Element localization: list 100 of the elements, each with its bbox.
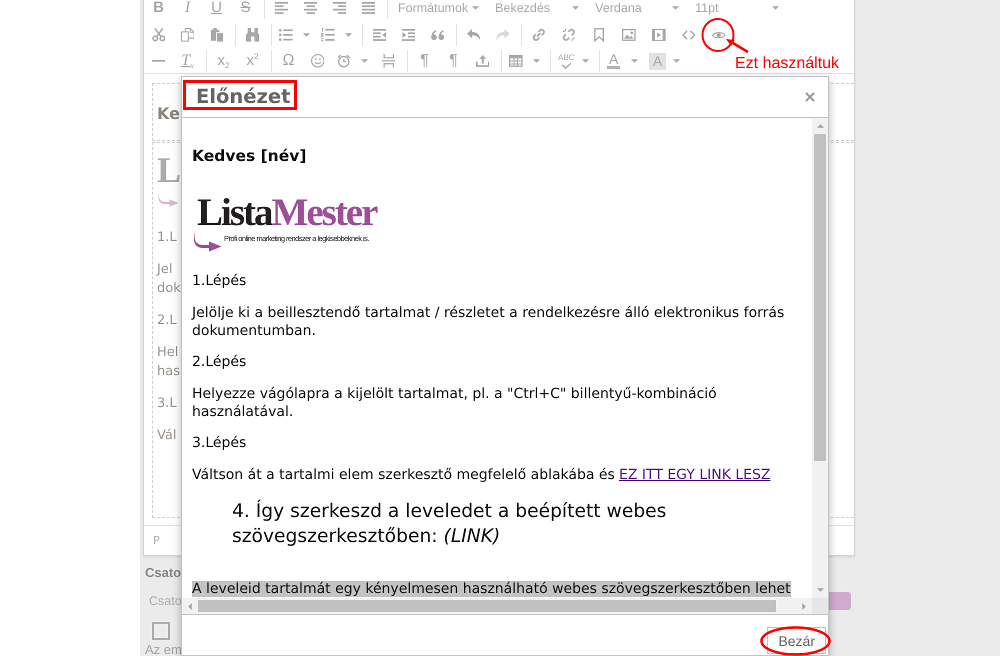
- section-title: Csato: [145, 565, 182, 581]
- symbol-button[interactable]: ¶: [410, 49, 439, 73]
- text-fragment: 1.L: [157, 229, 177, 247]
- chain-link-icon[interactable]: [532, 28, 546, 42]
- upload-icon[interactable]: [476, 55, 490, 67]
- caret-icon[interactable]: [533, 59, 540, 63]
- caret-icon[interactable]: [673, 59, 680, 63]
- scrollbar-thumb[interactable]: [814, 134, 826, 461]
- alarm-clock-icon[interactable]: [337, 54, 351, 68]
- paragraph: 2.Lépés: [192, 353, 246, 371]
- caret-icon[interactable]: [772, 6, 780, 10]
- code-icon[interactable]: [682, 30, 696, 40]
- note-text: Az em: [145, 643, 182, 656]
- text-fragment: Ke: [157, 103, 180, 125]
- left-arrow-icon[interactable]: [188, 602, 192, 610]
- caret-icon[interactable]: [345, 33, 352, 37]
- strikethrough-button[interactable]: S: [231, 0, 260, 20]
- vertical-scrollbar[interactable]: [812, 118, 828, 598]
- subscript-button[interactable]: x$_{2}$: [209, 49, 238, 73]
- page-break-icon[interactable]: [382, 54, 396, 68]
- greeting-heading: Kedves [név]: [192, 146, 306, 166]
- heading: 4. Így szerkeszd a leveledet a beépített webes szövegszerkesztőben: (LINK): [232, 498, 668, 548]
- check-icon[interactable]: [560, 62, 572, 68]
- eye-icon[interactable]: [712, 30, 726, 40]
- horizontal-line-icon[interactable]: [152, 60, 166, 62]
- scissors-icon[interactable]: [152, 28, 166, 42]
- clear-formatting-button[interactable]: T$_{x}$: [173, 49, 202, 73]
- toolbar-dropdown[interactable]: Formátumok: [390, 0, 488, 20]
- numbered-list-icon[interactable]: [321, 28, 335, 42]
- file-field[interactable]: Csato: [145, 591, 181, 611]
- text-fragment: Hel: [157, 344, 178, 362]
- bold-button[interactable]: B: [144, 0, 173, 20]
- smiley-icon[interactable]: [310, 54, 324, 68]
- film-icon[interactable]: [652, 29, 666, 41]
- highlight-ellipse: [760, 626, 831, 656]
- highlight-circle: [702, 18, 734, 52]
- underline-button[interactable]: U: [202, 0, 231, 20]
- toolbar-dropdown[interactable]: 11pt: [687, 0, 788, 20]
- highlighted-text: A leveleid tartalmát egy kényelmesen használható webes szövegszerkesztőben lehet: [192, 581, 791, 597]
- bullet-list-icon[interactable]: [279, 29, 293, 41]
- logo-arrow-icon: [157, 191, 179, 207]
- text-fragment: Jel: [157, 261, 172, 279]
- close-icon[interactable]: [805, 92, 815, 102]
- toolbar-dropdown[interactable]: Verdana: [587, 0, 688, 20]
- dialog-title: Előnézet: [196, 88, 290, 106]
- text-fragment: dok: [157, 280, 181, 298]
- annotation-label: Ezt használtuk: [735, 55, 840, 73]
- scrollbar-corner: [812, 598, 828, 614]
- checkbox[interactable]: [152, 622, 170, 640]
- partial-button[interactable]: [829, 592, 851, 610]
- background-color-button[interactable]: A: [644, 49, 686, 73]
- copy-icon[interactable]: [180, 28, 194, 42]
- pointer-arrow: [726, 39, 749, 54]
- logo-letter: L: [157, 149, 182, 191]
- table-icon[interactable]: [509, 55, 523, 67]
- text-fragment: 3.L: [157, 395, 177, 413]
- scrollbar-thumb[interactable]: [198, 600, 776, 612]
- paragraph: 3.Lépés: [192, 434, 246, 452]
- caret-icon[interactable]: [303, 33, 310, 37]
- horizontal-scrollbar[interactable]: [182, 598, 812, 614]
- symbol-button[interactable]: Ω: [274, 49, 303, 73]
- binoculars-icon[interactable]: [246, 28, 260, 42]
- superscript-button[interactable]: x$^{2}$: [238, 49, 267, 73]
- italic-button[interactable]: I: [173, 0, 202, 20]
- paragraph: Jelölje ki a beillesztendő tartalmat / részletet a rendelkezésre álló elektronikus forrás dokumentumban.: [192, 304, 786, 340]
- caret-icon[interactable]: [472, 6, 480, 10]
- text-color-button[interactable]: A: [602, 49, 644, 73]
- caret-icon[interactable]: [631, 59, 638, 63]
- text-fragment: has: [157, 363, 180, 381]
- justify-icon[interactable]: [362, 2, 376, 14]
- caret-icon[interactable]: [361, 59, 368, 63]
- caret-icon[interactable]: [672, 6, 680, 10]
- text-fragment: Vál: [157, 427, 176, 445]
- text-fragment: 2.L: [157, 312, 177, 330]
- up-arrow-icon[interactable]: [816, 124, 824, 128]
- indent-icon[interactable]: [402, 29, 416, 41]
- image-icon[interactable]: [622, 29, 636, 41]
- link[interactable]: EZ ITT EGY LINK LESZ: [619, 466, 770, 482]
- symbol-button[interactable]: ¶: [439, 49, 468, 73]
- undo-icon[interactable]: [466, 29, 480, 41]
- paragraph: Helyezze vágólapra a kijelölt tartalmat, pl. a "Ctrl+C" billentyű-kombináció használatával.: [192, 384, 718, 420]
- paragraph: Váltson át a tartalmi elem szerkesztő megfelelő ablakába és EZ ITT EGY LINK LESZ: [192, 466, 770, 484]
- outdent-icon[interactable]: [372, 29, 386, 41]
- spellcheck-button[interactable]: ABC: [553, 49, 595, 73]
- align-right-icon[interactable]: [332, 2, 346, 14]
- paragraph: 1.Lépés: [192, 272, 246, 290]
- align-center-icon[interactable]: [304, 2, 318, 14]
- caret-icon[interactable]: [582, 59, 589, 63]
- element-path[interactable]: P: [153, 534, 160, 547]
- caret-icon[interactable]: [572, 6, 580, 10]
- clipboard-icon[interactable]: [210, 28, 224, 42]
- logo-text: Lista: [197, 196, 272, 229]
- broken-chain-icon[interactable]: [562, 28, 576, 42]
- quote-icon[interactable]: [430, 30, 444, 40]
- down-arrow-icon[interactable]: [816, 588, 824, 592]
- logo-text-accent: Mester: [272, 196, 376, 229]
- bookmark-icon[interactable]: [594, 28, 604, 42]
- align-left-icon[interactable]: [274, 2, 288, 14]
- right-arrow-icon[interactable]: [802, 602, 806, 610]
- toolbar-dropdown[interactable]: Bekezdés: [487, 0, 588, 20]
